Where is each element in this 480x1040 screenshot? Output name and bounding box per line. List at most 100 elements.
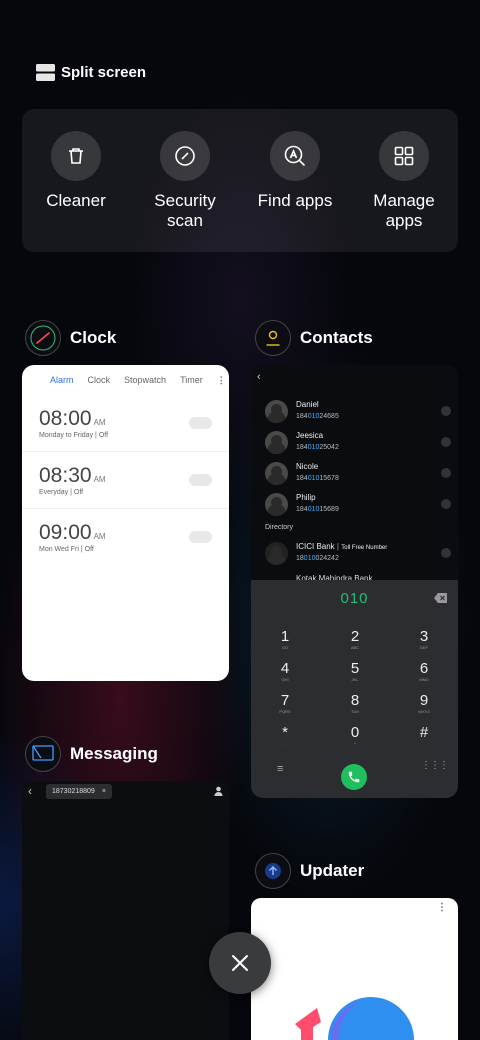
chip-close-icon[interactable]: × (102, 788, 106, 795)
alarm-item[interactable]: 08:30 AM Everyday | Off (22, 452, 229, 509)
alarm-status: Off (73, 489, 84, 496)
dial-key-letters: GO (281, 645, 289, 650)
close-icon (232, 955, 248, 971)
back-icon[interactable]: ‹ (28, 784, 32, 798)
manage-apps-label-line2: apps (385, 211, 423, 230)
alarm-item[interactable]: 09:00 AM Mon Wed Fri | Off (22, 509, 229, 566)
split-screen-label: Split screen (61, 64, 147, 81)
alarm-toggle[interactable] (189, 531, 212, 543)
dial-key[interactable]: 3 DEF (399, 628, 449, 650)
contacts-app-header[interactable]: Contacts (255, 320, 373, 356)
tab-stopwatch[interactable]: Stopwatch (124, 375, 166, 385)
more-vert-icon[interactable]: ⋮ (217, 375, 226, 386)
find-apps-button[interactable]: Find apps (240, 131, 350, 211)
split-screen-button[interactable]: Split screen (36, 64, 146, 81)
dial-key-digit: 4 (280, 660, 290, 677)
contact-picker-icon[interactable] (214, 786, 223, 796)
backspace-icon[interactable] (434, 593, 447, 603)
contact-detail-button[interactable] (441, 406, 451, 416)
dial-key-digit: 0 (350, 724, 360, 741)
cleaner-label: Cleaner (46, 191, 106, 210)
alarm-repeat: Monday to Friday (39, 432, 94, 439)
contact-number: 18401015678 (296, 475, 339, 482)
dial-key[interactable]: *, (260, 724, 310, 746)
contact-number: 18401025042 (296, 444, 339, 451)
dial-key[interactable]: 1 GO (260, 628, 310, 650)
contacts-app-name: Contacts (300, 328, 373, 347)
directory-entry-name: ICICI Bank (296, 542, 335, 551)
contact-detail-button[interactable] (441, 468, 451, 478)
keypad-toggle-icon[interactable]: ⋮⋮⋮ (421, 761, 449, 771)
dial-key[interactable]: # (399, 724, 449, 741)
find-apps-label: Find apps (257, 191, 333, 210)
alarm-item[interactable]: 08:00 AM Monday to Friday | Off (22, 395, 229, 452)
number-prefix: 184 (296, 413, 308, 420)
messaging-app-header[interactable]: Messaging (25, 736, 158, 772)
updater-app-card[interactable]: ⋮ (251, 898, 458, 1040)
manage-apps-button[interactable]: Manage apps (349, 131, 459, 231)
dial-key-digit: 1 (280, 628, 290, 645)
dial-key[interactable]: 8 TUV (330, 692, 380, 714)
dial-key[interactable]: 7 PQRS (260, 692, 310, 714)
dial-key-letters: + (353, 741, 357, 746)
contacts-app-card[interactable]: ‹ Daniel 18401024685 Jeesica 18401025042… (251, 365, 458, 798)
alarm-subtitle: Monday to Friday | Off (39, 432, 109, 439)
alarm-subtitle: Mon Wed Fri | Off (39, 546, 94, 553)
alarm-toggle[interactable] (189, 417, 212, 429)
arrow-up-icon (265, 863, 281, 879)
dial-key[interactable]: 5 JKL (330, 660, 380, 682)
contact-number: 18401015689 (296, 506, 339, 513)
number-suffix: 024242 (315, 555, 339, 562)
menu-icon[interactable]: ≡ (277, 763, 283, 775)
manage-apps-label: Manage apps (349, 191, 459, 231)
manage-apps-label-line1: Manage (373, 191, 435, 210)
directory-row[interactable]: ICICI Bank | Toll Free Number 1801002424… (265, 540, 451, 570)
updater-app-header[interactable]: Updater (255, 853, 364, 889)
close-all-button[interactable] (209, 932, 271, 994)
contact-row[interactable]: Philip 18401015689 (265, 491, 451, 521)
security-scan-button[interactable]: Security scan (130, 131, 240, 231)
contact-row[interactable]: Daniel 18401024685 (265, 398, 451, 428)
directory-detail-button[interactable] (441, 548, 451, 558)
dial-key[interactable]: 0 + (330, 724, 380, 746)
dial-key-letters: JKL (351, 677, 359, 682)
dial-key[interactable]: 2 ABC (330, 628, 380, 650)
more-vert-icon[interactable]: ⋮ (437, 902, 447, 913)
cleaner-icon-circle (51, 131, 101, 181)
number-prefix: 184 (296, 506, 308, 513)
security-scan-icon-circle (160, 131, 210, 181)
tab-clock[interactable]: Clock (88, 375, 111, 385)
number-suffix: 25042 (319, 444, 339, 451)
contact-row[interactable]: Nicole 18401015678 (265, 460, 451, 490)
updater-app-icon (255, 853, 291, 889)
contact-row[interactable]: Jeesica 18401025042 (265, 429, 451, 459)
tab-alarm[interactable]: Alarm (50, 375, 74, 385)
back-icon[interactable]: ‹ (257, 371, 261, 383)
dial-key[interactable]: 6 MNO (399, 660, 449, 682)
alarm-status: Off (98, 432, 109, 439)
dial-key[interactable]: 4 GHI (260, 660, 310, 682)
clock-tabs: Alarm Clock Stopwatch Timer ⋮ (22, 365, 229, 395)
clock-icon (30, 325, 56, 351)
recipient-chip[interactable]: 18730218809 × (46, 784, 112, 799)
quick-actions-panel: Cleaner Security scan Find apps Manage a… (22, 109, 458, 252)
tab-timer[interactable]: Timer (180, 375, 203, 385)
messaging-app-card[interactable]: ‹ 18730218809 × (22, 781, 229, 1040)
number-match: 010 (307, 413, 320, 420)
cleaner-button[interactable]: Cleaner (21, 131, 131, 211)
clock-app-card[interactable]: Alarm Clock Stopwatch Timer ⋮ 08:00 AM Mo… (22, 365, 229, 681)
number-match: 010 (307, 444, 320, 451)
avatar (265, 462, 288, 485)
contact-detail-button[interactable] (441, 499, 451, 509)
dial-key[interactable]: 9 WXYZ (399, 692, 449, 714)
clock-app-header[interactable]: Clock (25, 320, 116, 356)
call-button[interactable] (341, 764, 367, 790)
alarm-time: 08:00 AM (39, 407, 106, 431)
dialer-panel: 010 1 GO 2 ABC 3 DEF 4 GHI 5 JKL 6 MNO 7 PQRS 8… (251, 580, 458, 798)
alarm-toggle[interactable] (189, 474, 212, 486)
dial-key-digit: 5 (350, 660, 360, 677)
contact-detail-button[interactable] (441, 437, 451, 447)
directory-number: 18010024242 (296, 555, 339, 562)
security-scan-icon (175, 146, 195, 166)
dial-key-digit: 3 (419, 628, 429, 645)
